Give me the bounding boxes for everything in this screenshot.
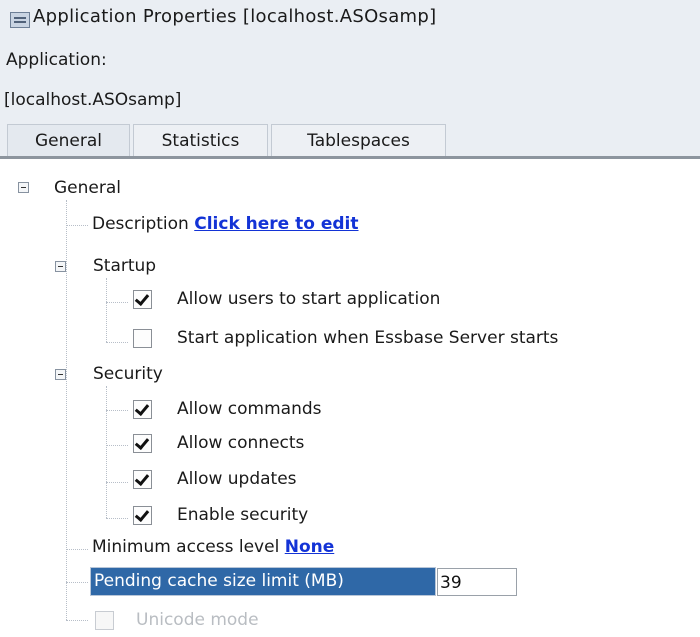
application-label: Application:: [6, 50, 107, 70]
window-icon: [10, 12, 30, 28]
tree-connector: [106, 278, 107, 342]
tree-connector: [106, 445, 128, 446]
allow-updates-checkbox[interactable]: [133, 470, 152, 489]
enable-security-label: Enable security: [177, 505, 309, 525]
tree-connector: [106, 386, 107, 518]
application-name: [localhost.ASOsamp]: [4, 90, 182, 110]
collapse-icon[interactable]: [18, 182, 29, 193]
collapse-icon[interactable]: [55, 369, 66, 380]
window-title: Application Properties [localhost.ASOsam…: [33, 6, 437, 27]
allow-connects-checkbox[interactable]: [133, 434, 152, 453]
window-title-bar: Application Properties [localhost.ASOsam…: [0, 0, 700, 34]
allow-users-start-checkbox[interactable]: [133, 290, 152, 309]
tree-connector: [106, 302, 128, 303]
tree-connector: [106, 482, 128, 483]
minimum-access-label: Minimum access level: [92, 537, 280, 557]
description-label: Description: [92, 214, 189, 234]
allow-updates-label: Allow updates: [177, 469, 297, 489]
security-node-label: Security: [93, 364, 163, 384]
minimum-access-row: Minimum access level None: [92, 537, 334, 557]
allow-users-start-label: Allow users to start application: [177, 289, 441, 309]
start-with-server-checkbox[interactable]: [133, 329, 152, 348]
startup-node-label: Startup: [93, 256, 157, 276]
pending-cache-label[interactable]: Pending cache size limit (MB): [90, 567, 436, 596]
tree-connector: [66, 582, 88, 583]
tree-connector: [106, 410, 128, 411]
start-with-server-label: Start application when Essbase Server st…: [177, 328, 559, 348]
tree-connector: [106, 342, 128, 343]
tab-tablespaces[interactable]: Tablespaces: [271, 124, 446, 157]
pending-cache-input[interactable]: [437, 568, 517, 596]
tree-connector: [66, 200, 67, 620]
tab-general[interactable]: General: [7, 124, 130, 157]
enable-security-checkbox[interactable]: [133, 506, 152, 525]
general-node-label: General: [54, 178, 121, 198]
collapse-icon[interactable]: [55, 261, 66, 272]
tree-connector: [106, 518, 128, 519]
unicode-mode-checkbox: [95, 611, 114, 630]
description-edit-link[interactable]: Click here to edit: [194, 214, 358, 234]
allow-commands-checkbox[interactable]: [133, 400, 152, 419]
allow-commands-label: Allow commands: [177, 399, 322, 419]
allow-connects-label: Allow connects: [177, 433, 305, 453]
tree-connector: [66, 549, 88, 550]
unicode-mode-label: Unicode mode: [136, 610, 259, 630]
tree-connector: [66, 225, 88, 226]
tab-statistics[interactable]: Statistics: [133, 124, 268, 157]
tree-connector: [66, 620, 88, 621]
minimum-access-link[interactable]: None: [285, 537, 335, 557]
description-row: Description Click here to edit: [92, 214, 359, 234]
